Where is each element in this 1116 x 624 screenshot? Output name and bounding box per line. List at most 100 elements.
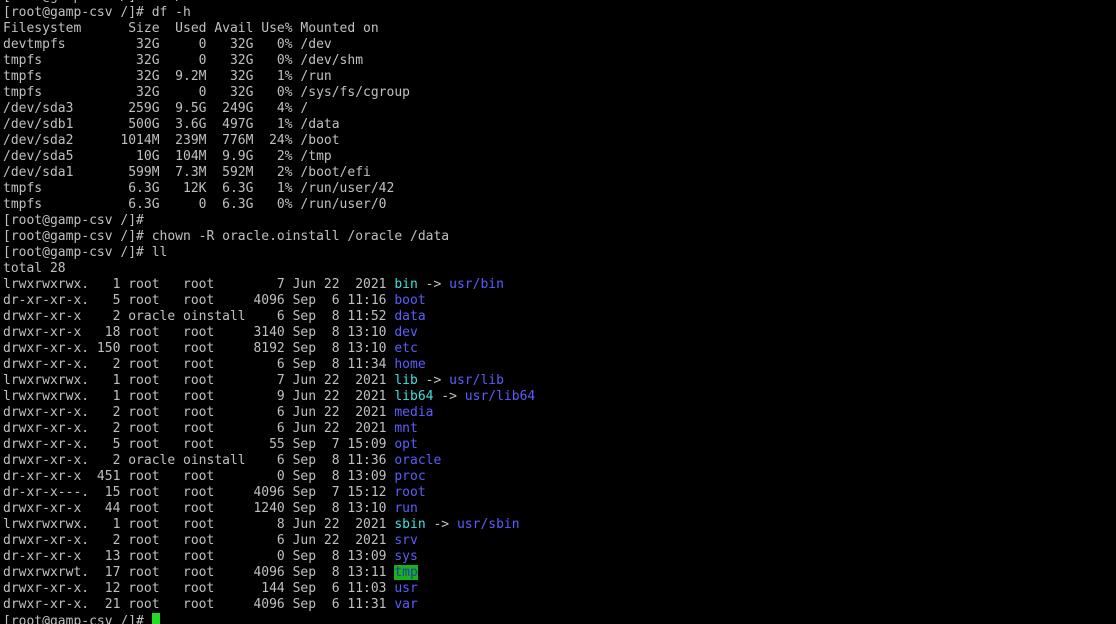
terminal-text: tmpfs 32G 9.2M 32G 1% /run: [3, 69, 332, 84]
terminal-line: drwxr-xr-x 18 root root 3140 Sep 8 13:10…: [3, 325, 535, 341]
terminal-text: [root@gamp-csv /]# df -h: [3, 5, 191, 20]
terminal-text: total 28: [3, 261, 66, 276]
terminal-text: ->: [417, 277, 450, 292]
terminal-line: lrwxrwxrwx. 1 root root 7 Jun 22 2021 li…: [3, 373, 535, 389]
terminal-text: drwxr-xr-x 2 oracle oinstall 6 Sep 8 11:…: [3, 309, 395, 324]
file-name: root: [394, 485, 426, 500]
terminal-line: total 28: [3, 261, 535, 277]
terminal-text: [root@gamp-csv /]#: [3, 614, 152, 624]
terminal-line: [root@gamp-csv /]# ll: [3, 245, 535, 261]
terminal-text: /dev/sdb1 500G 3.6G 497G 1% /data: [3, 117, 340, 132]
terminal-window[interactable]: [root@gamp-csv /]# cd /[root@gamp-csv /]…: [0, 0, 1116, 624]
terminal-line: lrwxrwxrwx. 1 root root 8 Jun 22 2021 sb…: [3, 517, 535, 533]
terminal-line: dr-xr-x---. 15 root root 4096 Sep 7 15:1…: [3, 485, 535, 501]
file-name: dev: [394, 325, 418, 340]
terminal-line: /dev/sda5 10G 104M 9.9G 2% /tmp: [3, 149, 535, 165]
terminal-text: drwxr-xr-x. 2 root root 6 Sep 8 11:34: [3, 357, 395, 372]
terminal-line: drwxr-xr-x. 21 root root 4096 Sep 6 11:3…: [3, 597, 535, 613]
terminal-text: dr-xr-xr-x. 5 root root 4096 Sep 6 11:16: [3, 293, 395, 308]
terminal-text: drwxr-xr-x. 2 root root 6 Jun 22 2021: [3, 421, 395, 436]
terminal-line: tmpfs 6.3G 0 6.3G 0% /run/user/0: [3, 197, 535, 213]
terminal-text: /dev/sda3 259G 9.5G 249G 4% /: [3, 101, 309, 116]
file-name: usr/lib64: [464, 389, 536, 404]
terminal-line: drwxr-xr-x. 150 root root 8192 Sep 8 13:…: [3, 341, 535, 357]
terminal-output: [root@gamp-csv /]# cd /[root@gamp-csv /]…: [3, 0, 535, 624]
terminal-line: drwxrwxrwt. 17 root root 4096 Sep 8 13:1…: [3, 565, 535, 581]
file-name: media: [394, 405, 434, 420]
terminal-text: Filesystem Size Used Avail Use% Mounted …: [3, 21, 379, 36]
terminal-text: dr-xr-xr-x 451 root root 0 Sep 8 13:09: [3, 469, 395, 484]
terminal-text: [root@gamp-csv /]# cd /: [3, 0, 183, 4]
terminal-line: dr-xr-xr-x. 5 root root 4096 Sep 6 11:16…: [3, 293, 535, 309]
terminal-text: tmpfs 6.3G 12K 6.3G 1% /run/user/42: [3, 181, 395, 196]
file-name: lib: [394, 373, 418, 388]
terminal-line: [root@gamp-csv /]#: [3, 613, 535, 624]
terminal-text: drwxr-xr-x. 2 root root 6 Jun 22 2021: [3, 405, 395, 420]
terminal-line: tmpfs 32G 0 32G 0% /sys/fs/cgroup: [3, 85, 535, 101]
file-name: var: [394, 597, 418, 612]
terminal-line: dr-xr-xr-x 13 root root 0 Sep 8 13:09 sy…: [3, 549, 535, 565]
terminal-text: tmpfs 32G 0 32G 0% /dev/shm: [3, 53, 364, 68]
terminal-text: lrwxrwxrwx. 1 root root 9 Jun 22 2021: [3, 389, 395, 404]
terminal-line: drwxr-xr-x. 2 root root 6 Jun 22 2021 me…: [3, 405, 535, 421]
terminal-text: drwxr-xr-x 44 root root 1240 Sep 8 13:10: [3, 501, 395, 516]
terminal-line: lrwxrwxrwx. 1 root root 9 Jun 22 2021 li…: [3, 389, 535, 405]
terminal-text: tmpfs 32G 0 32G 0% /sys/fs/cgroup: [3, 85, 410, 100]
file-name: boot: [394, 293, 426, 308]
file-name: lib64: [394, 389, 434, 404]
file-name: tmp: [394, 565, 418, 580]
file-name: home: [394, 357, 426, 372]
terminal-text: drwxr-xr-x. 21 root root 4096 Sep 6 11:3…: [3, 597, 395, 612]
terminal-line: drwxr-xr-x 44 root root 1240 Sep 8 13:10…: [3, 501, 535, 517]
terminal-text: /dev/sda2 1014M 239M 776M 24% /boot: [3, 133, 340, 148]
file-name: etc: [394, 341, 418, 356]
terminal-line: drwxr-xr-x. 2 root root 6 Sep 8 11:34 ho…: [3, 357, 535, 373]
terminal-line: /dev/sda2 1014M 239M 776M 24% /boot: [3, 133, 535, 149]
file-name: usr/sbin: [456, 517, 520, 532]
terminal-text: ->: [433, 389, 465, 404]
terminal-text: [root@gamp-csv /]# ll: [3, 245, 168, 260]
file-name: run: [394, 501, 418, 516]
terminal-line: drwxr-xr-x 2 oracle oinstall 6 Sep 8 11:…: [3, 309, 535, 325]
terminal-text: drwxr-xr-x. 150 root root 8192 Sep 8 13:…: [3, 341, 395, 356]
terminal-text: ->: [425, 517, 457, 532]
terminal-text: drwxrwxrwt. 17 root root 4096 Sep 8 13:1…: [3, 565, 395, 580]
file-name: bin: [394, 277, 418, 292]
terminal-text: /dev/sda1 599M 7.3M 592M 2% /boot/efi: [3, 165, 371, 180]
terminal-text: tmpfs 6.3G 0 6.3G 0% /run/user/0: [3, 197, 387, 212]
terminal-text: dr-xr-xr-x 13 root root 0 Sep 8 13:09: [3, 549, 395, 564]
file-name: sys: [394, 549, 418, 564]
terminal-line: tmpfs 32G 0 32G 0% /dev/shm: [3, 53, 535, 69]
terminal-text: [root@gamp-csv /]#: [3, 213, 144, 228]
file-name: mnt: [394, 421, 418, 436]
file-name: usr/bin: [449, 277, 504, 292]
terminal-line: drwxr-xr-x. 2 root root 6 Jun 22 2021 sr…: [3, 533, 535, 549]
file-name: oracle: [394, 453, 442, 468]
terminal-text: devtmpfs 32G 0 32G 0% /dev: [3, 37, 332, 52]
file-name: sbin: [394, 517, 426, 532]
terminal-line: dr-xr-xr-x 451 root root 0 Sep 8 13:09 p…: [3, 469, 535, 485]
file-name: proc: [394, 469, 426, 484]
terminal-line: [root@gamp-csv /]# chown -R oracle.oinst…: [3, 229, 535, 245]
terminal-text: lrwxrwxrwx. 1 root root 7 Jun 22 2021: [3, 277, 395, 292]
terminal-cursor[interactable]: [151, 613, 160, 624]
terminal-text: drwxr-xr-x. 2 oracle oinstall 6 Sep 8 11…: [3, 453, 395, 468]
file-name: usr: [394, 581, 418, 596]
terminal-line: [root@gamp-csv /]#: [3, 213, 535, 229]
terminal-line: /dev/sdb1 500G 3.6G 497G 1% /data: [3, 117, 535, 133]
terminal-text: [root@gamp-csv /]# chown -R oracle.oinst…: [3, 229, 450, 244]
terminal-text: drwxr-xr-x 18 root root 3140 Sep 8 13:10: [3, 325, 395, 340]
terminal-text: /dev/sda5 10G 104M 9.9G 2% /tmp: [3, 149, 332, 164]
terminal-line: drwxr-xr-x. 2 root root 6 Jun 22 2021 mn…: [3, 421, 535, 437]
file-name: srv: [394, 533, 418, 548]
terminal-line: drwxr-xr-x. 12 root root 144 Sep 6 11:03…: [3, 581, 535, 597]
terminal-line: /dev/sda3 259G 9.5G 249G 4% /: [3, 101, 535, 117]
terminal-text: ->: [417, 373, 450, 388]
terminal-line: drwxr-xr-x. 5 root root 55 Sep 7 15:09 o…: [3, 437, 535, 453]
terminal-line: devtmpfs 32G 0 32G 0% /dev: [3, 37, 535, 53]
terminal-line: lrwxrwxrwx. 1 root root 7 Jun 22 2021 bi…: [3, 277, 535, 293]
terminal-line: tmpfs 32G 9.2M 32G 1% /run: [3, 69, 535, 85]
terminal-line: drwxr-xr-x. 2 oracle oinstall 6 Sep 8 11…: [3, 453, 535, 469]
terminal-text: drwxr-xr-x. 5 root root 55 Sep 7 15:09: [3, 437, 395, 452]
terminal-line: /dev/sda1 599M 7.3M 592M 2% /boot/efi: [3, 165, 535, 181]
